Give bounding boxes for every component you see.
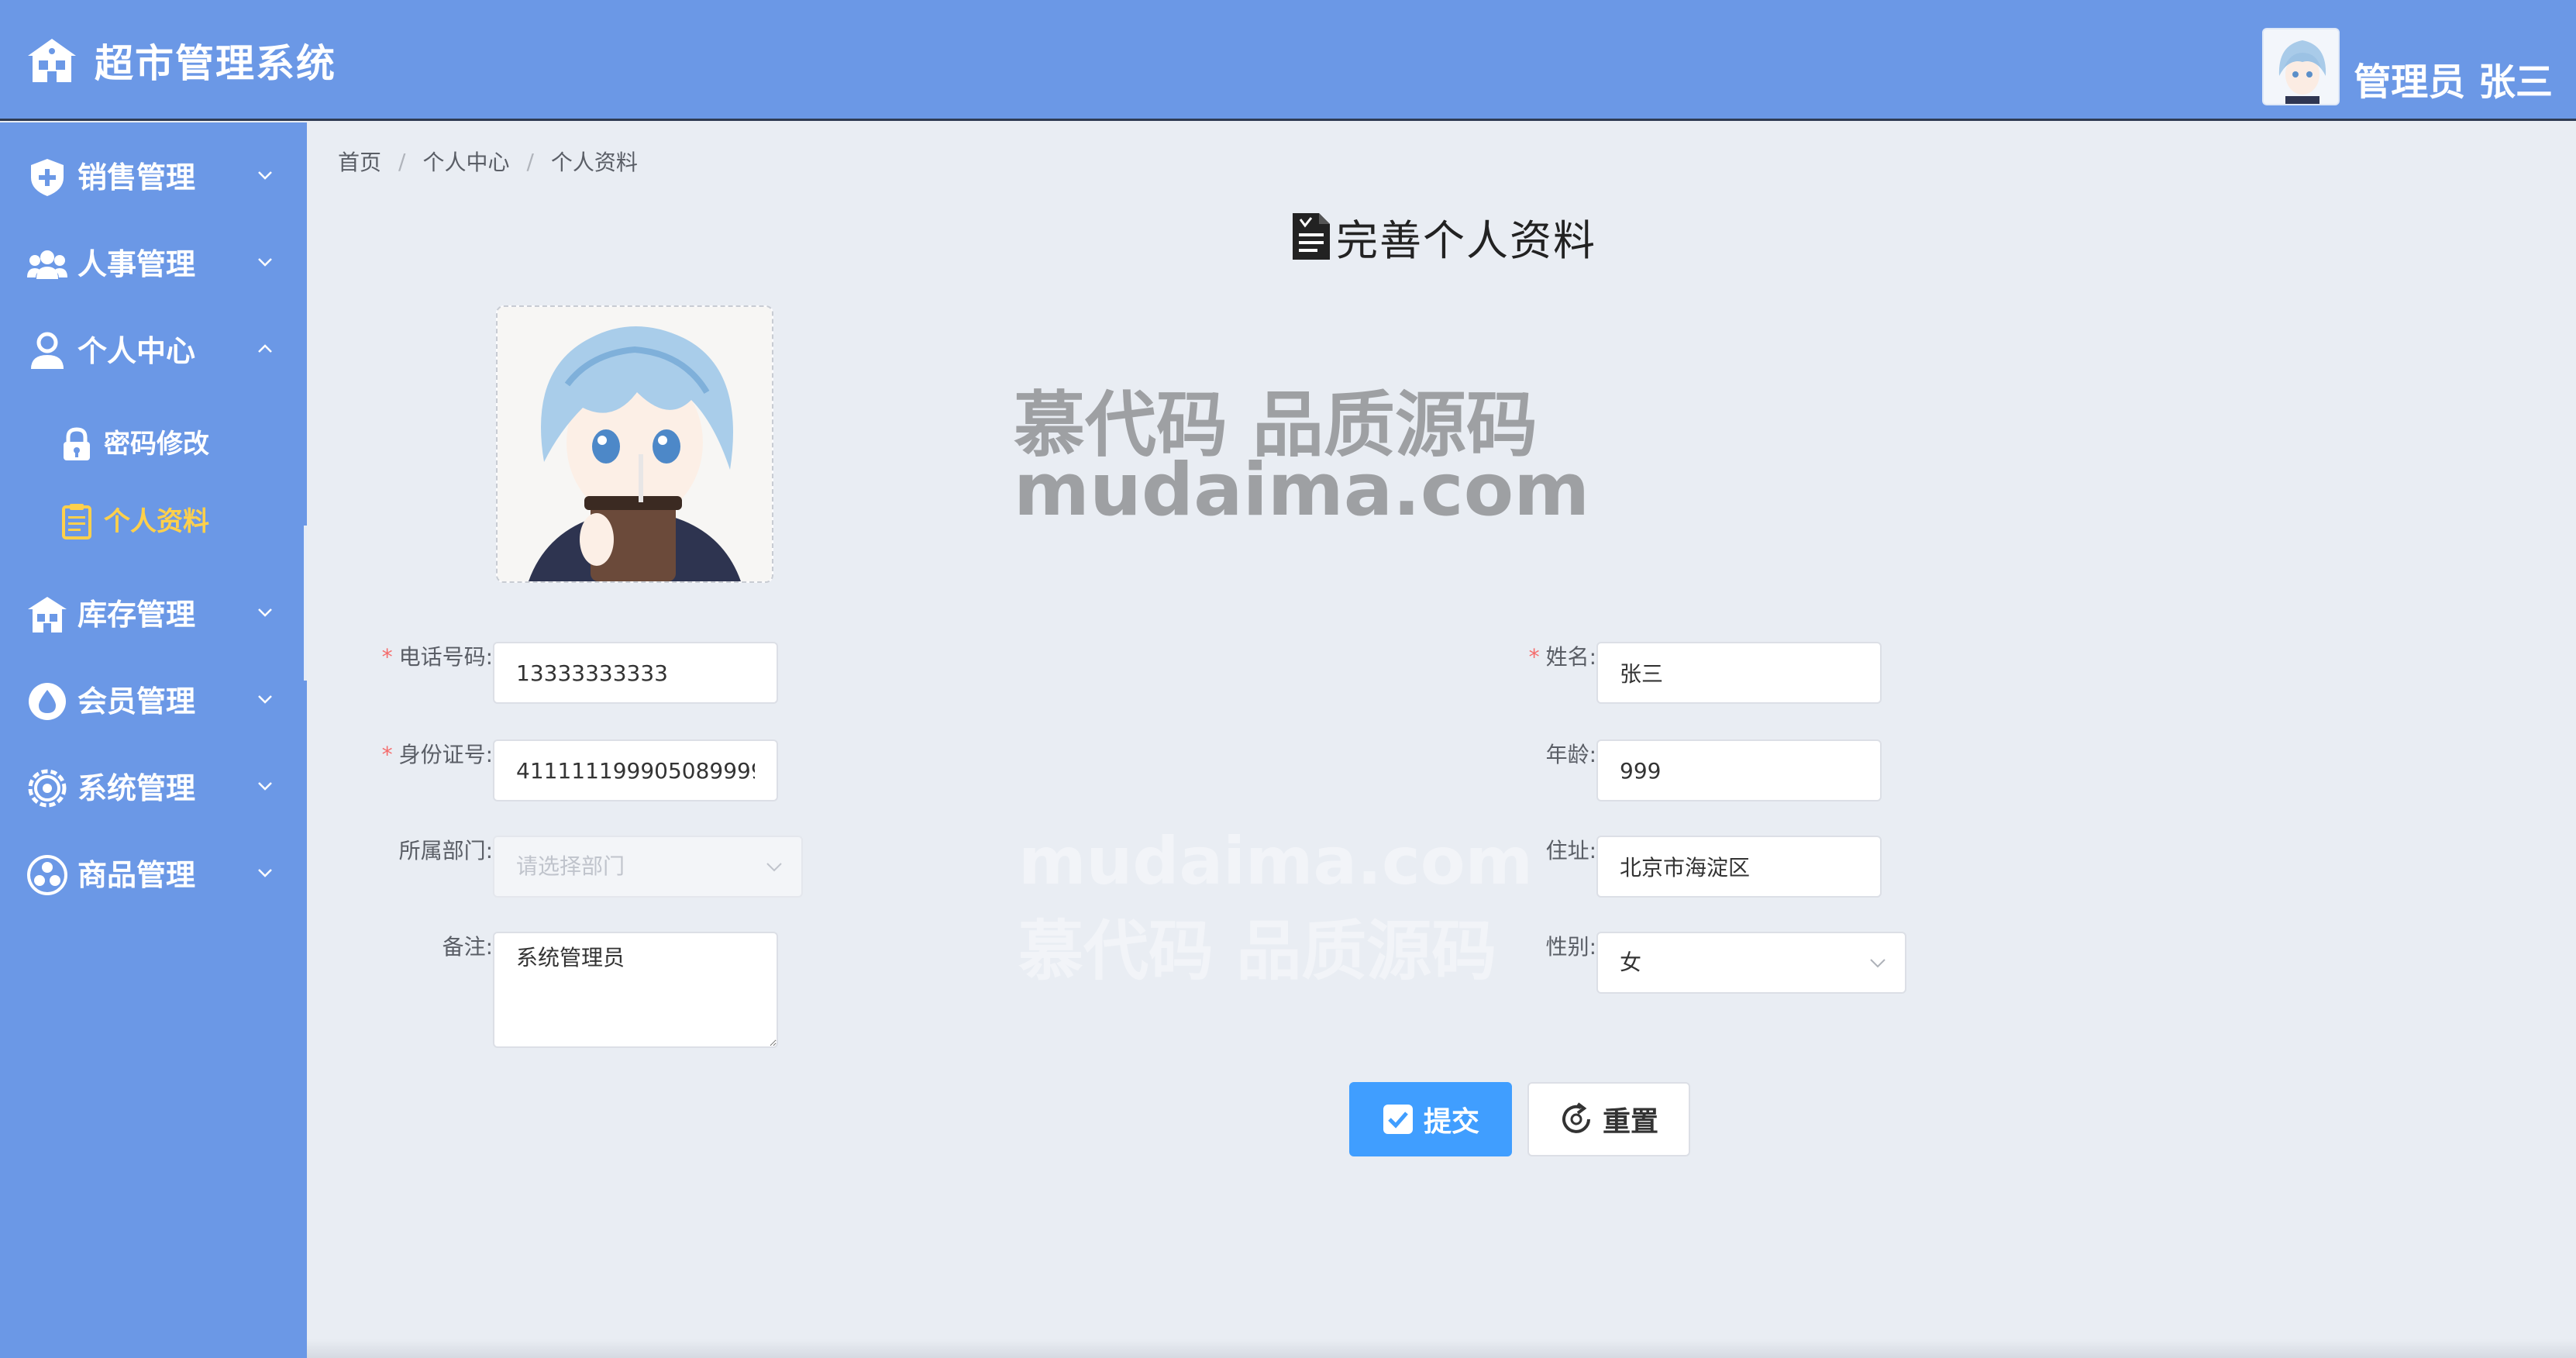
sidebar-item-change-password[interactable]: 密码修改 (0, 409, 307, 479)
sidebar-item-label: 个人中心 (77, 334, 196, 368)
chevron-down-icon (1870, 959, 1886, 968)
sidebar-item-sales[interactable]: 销售管理 (0, 136, 307, 214)
breadcrumb-item[interactable]: 个人中心 (422, 146, 509, 177)
sidebar-item-label: 系统管理 (77, 771, 196, 805)
sidebar-item-hr[interactable]: 人事管理 (0, 223, 307, 301)
address-label: 住址: (1545, 838, 1596, 863)
sidebar-item-personal-center[interactable]: 个人中心 (0, 310, 307, 388)
chevron-down-icon (258, 608, 272, 617)
store-icon (28, 39, 76, 82)
name-field[interactable] (1596, 642, 1882, 704)
breadcrumb-separator: / (526, 148, 534, 174)
age-field[interactable] (1596, 739, 1882, 801)
cluster-icon (27, 855, 67, 895)
sidebar-item-label: 库存管理 (77, 598, 196, 632)
breadcrumb: 首页 / 个人中心 / 个人资料 (338, 146, 638, 177)
age-label: 年龄: (1545, 742, 1596, 767)
remark-label: 备注: (442, 934, 493, 960)
submit-button[interactable]: 提交 (1349, 1082, 1512, 1156)
remark-textarea[interactable]: 系统管理员 (493, 932, 778, 1048)
id-card-field[interactable] (493, 739, 778, 801)
sidebar-item-label: 销售管理 (77, 160, 196, 195)
breadcrumb-item[interactable]: 首页 (338, 146, 381, 177)
main-content: 首页 / 个人中心 / 个人资料 完善个人资料 慕代码 品质源码 mudaima… (307, 122, 2576, 1358)
phone-field[interactable] (493, 642, 778, 704)
key-lock-icon (64, 427, 90, 460)
user-menu[interactable]: 管理员 张三 (2262, 20, 2553, 105)
sidebar-item-products[interactable]: 商品管理 (0, 834, 307, 912)
document-icon (1293, 213, 1330, 260)
current-user-label: 管理员 张三 (2354, 60, 2553, 104)
shield-plus-icon (31, 159, 64, 196)
submit-button-label: 提交 (1423, 1106, 1479, 1138)
sidebar-item-label: 商品管理 (77, 858, 196, 892)
sidebar-item-profile[interactable]: 个人资料 (0, 487, 307, 557)
top-header: 超市管理系统 管理员 张三 (0, 0, 2576, 121)
chevron-down-icon (258, 869, 272, 877)
breadcrumb-separator: / (398, 148, 406, 174)
app-logo[interactable]: 超市管理系统 (26, 33, 336, 88)
reset-button[interactable]: 重置 (1527, 1082, 1690, 1156)
department-label: 所属部门: (398, 838, 493, 863)
watermark-text: mudaima.com (1018, 823, 1534, 899)
name-label: * 姓名: (1528, 644, 1596, 670)
chevron-down-icon (766, 863, 782, 872)
avatar-uploader[interactable] (496, 305, 773, 583)
gender-select[interactable]: 女 (1596, 932, 1906, 994)
address-field[interactable] (1596, 836, 1882, 898)
sidebar-item-label: 个人资料 (104, 506, 209, 537)
gender-label: 性别: (1545, 934, 1596, 960)
document-icon (62, 504, 91, 539)
sidebar: 销售管理 人事管理 个人中心 密码修改 个人资料 库存管理 会员管理 系统管理 … (0, 122, 307, 1358)
chevron-up-icon (258, 344, 272, 353)
checkbox-icon (1383, 1105, 1413, 1134)
page-title: 完善个人资料 (1291, 209, 1596, 265)
chevron-down-icon (258, 258, 272, 267)
sidebar-item-members[interactable]: 会员管理 (0, 660, 307, 738)
anime-avatar-image (498, 307, 772, 581)
sidebar-item-system[interactable]: 系统管理 (0, 747, 307, 825)
drop-icon (29, 683, 66, 720)
phone-label: * 电话号码: (381, 644, 493, 670)
warehouse-icon (28, 597, 67, 632)
gear-icon (28, 769, 67, 808)
watermark-text: 慕代码 品质源码 (1018, 913, 1497, 989)
sidebar-item-label: 密码修改 (104, 429, 209, 460)
user-icon (31, 332, 64, 369)
department-select[interactable]: 请选择部门 (493, 836, 803, 898)
reset-button-label: 重置 (1602, 1106, 1658, 1138)
footer-shadow (307, 1339, 2576, 1358)
users-icon (27, 250, 67, 279)
chevron-down-icon (258, 782, 272, 791)
refresh-icon (1562, 1102, 1590, 1133)
sidebar-item-inventory[interactable]: 库存管理 (0, 574, 307, 651)
app-title: 超市管理系统 (95, 41, 336, 86)
chevron-down-icon (258, 171, 272, 180)
watermark-text: mudaima.com (1014, 448, 1590, 533)
sidebar-item-label: 会员管理 (77, 684, 196, 719)
sidebar-item-label: 人事管理 (77, 247, 196, 281)
avatar[interactable] (2262, 28, 2340, 105)
anime-avatar-image (2264, 29, 2339, 104)
breadcrumb-item: 个人资料 (550, 150, 638, 175)
page-title-text: 完善个人资料 (1336, 215, 1596, 265)
chevron-down-icon (258, 695, 272, 704)
id-card-label: * 身份证号: (381, 742, 493, 767)
